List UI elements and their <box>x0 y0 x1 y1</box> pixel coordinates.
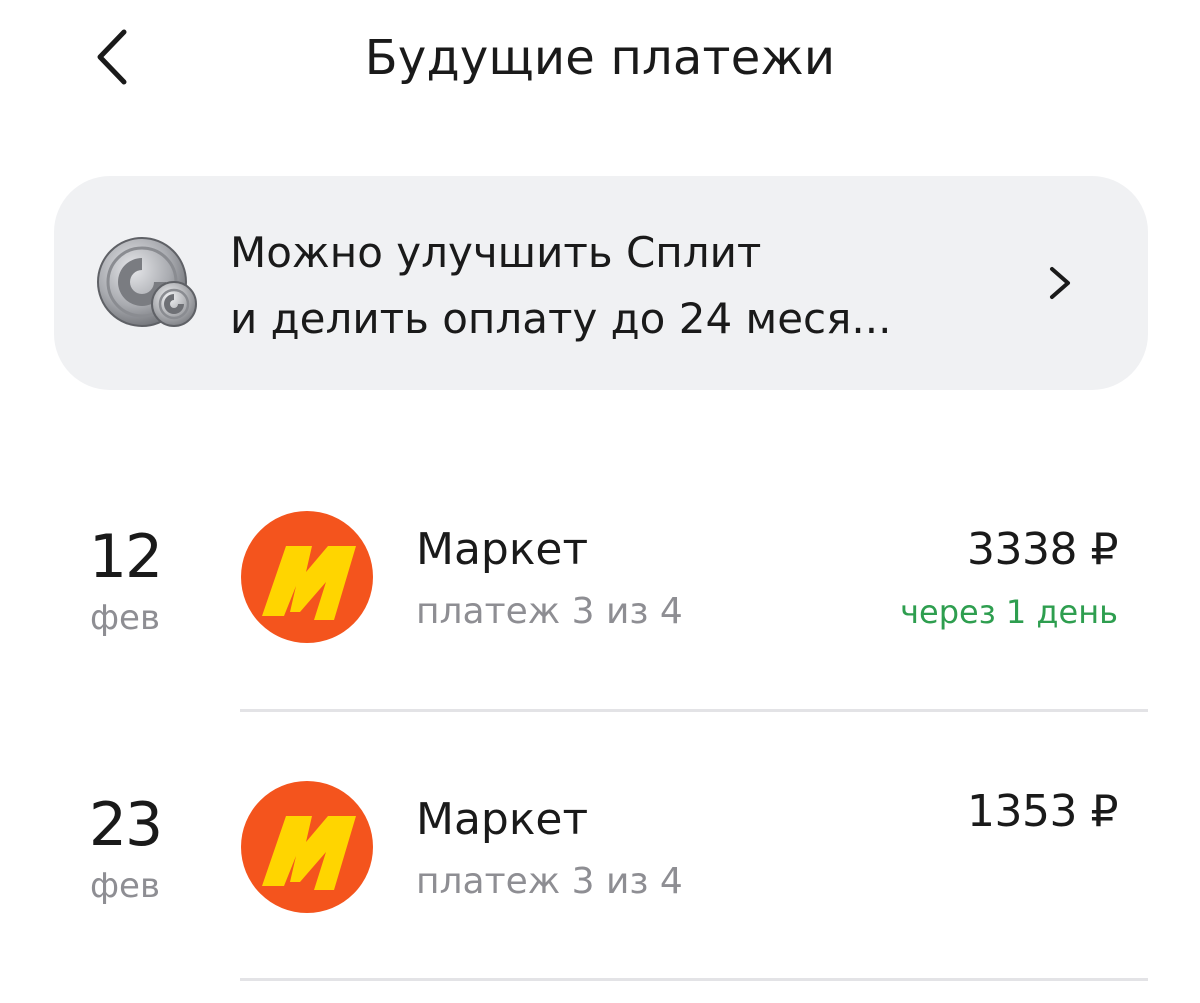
payment-progress: платеж 3 из 4 <box>416 591 683 632</box>
payment-date: 23 фев <box>70 792 180 906</box>
merchant-info: Маркет платеж 3 из 4 <box>416 794 683 904</box>
row-divider <box>240 978 1148 981</box>
split-coin-icon <box>97 237 197 327</box>
payment-amount: 1353 ₽ <box>967 786 1118 837</box>
promo-text: Можно улучшить Сплит и делить оплату до … <box>230 220 990 352</box>
merchant-name: Маркет <box>416 524 589 575</box>
promo-line-2: и делить оплату до 24 меся... <box>230 294 892 343</box>
yandex-market-logo <box>241 781 373 913</box>
payment-month: фев <box>89 866 161 906</box>
promo-line-1: Можно улучшить Сплит <box>230 228 762 277</box>
row-divider <box>240 709 1148 712</box>
payment-row[interactable]: 12 фев Маркет платеж 3 из 4 3338 ₽ через… <box>0 510 1200 750</box>
payment-month: фев <box>89 598 161 638</box>
payment-date: 12 фев <box>70 524 180 638</box>
split-upgrade-banner[interactable]: Можно улучшить Сплит и делить оплату до … <box>54 176 1148 390</box>
payment-amount-block: 1353 ₽ <box>967 786 1118 838</box>
yandex-market-logo <box>241 511 373 643</box>
payment-amount: 3338 ₽ <box>967 524 1118 575</box>
payment-day: 23 <box>88 790 163 860</box>
chevron-right-icon <box>1050 267 1070 299</box>
payment-amount-block: 3338 ₽ через 1 день <box>900 524 1118 634</box>
merchant-info: Маркет платеж 3 из 4 <box>416 524 683 634</box>
payment-day: 12 <box>88 522 163 592</box>
future-payments-screen: Будущие платежи Можно улучшить Сплит и д… <box>0 0 1200 1003</box>
page-title: Будущие платежи <box>364 30 836 86</box>
header: Будущие платежи <box>0 0 1200 130</box>
payment-due-label: через 1 день <box>900 593 1118 631</box>
merchant-name: Маркет <box>416 794 589 845</box>
payment-row[interactable]: 23 фев Маркет платеж 3 из 4 1353 ₽ <box>0 780 1200 1003</box>
payment-progress: платеж 3 из 4 <box>416 861 683 902</box>
